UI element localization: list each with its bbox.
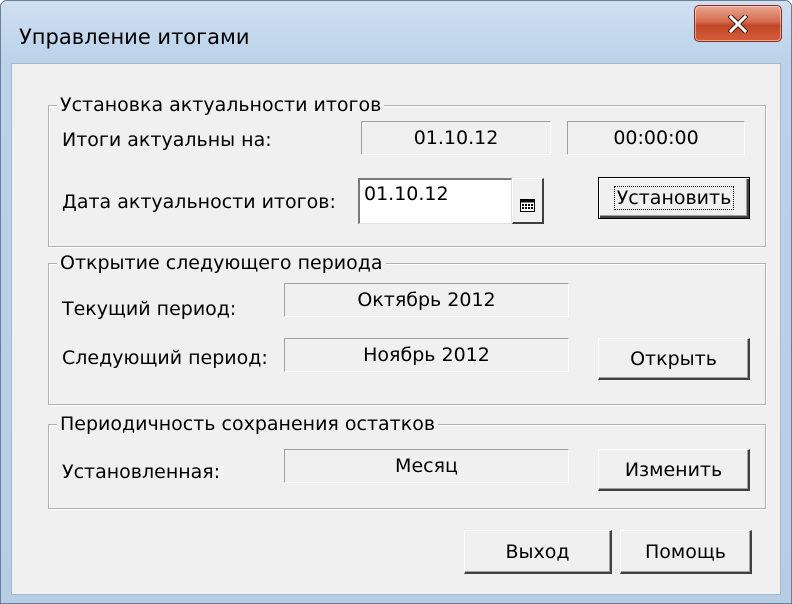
actuality-date-input-value: 01.10.12 xyxy=(364,183,449,205)
exit-button[interactable]: Выход xyxy=(464,530,612,574)
next-period-label: Следующий период: xyxy=(62,347,268,369)
help-button-label: Помощь xyxy=(645,540,726,563)
calendar-icon xyxy=(520,197,535,216)
next-period-field: Ноябрь 2012 xyxy=(284,338,569,372)
current-period-field: Октябрь 2012 xyxy=(284,283,569,317)
title-bar[interactable]: Управление итогами xyxy=(1,1,791,61)
next-period-value: Ноябрь 2012 xyxy=(363,344,490,366)
close-button[interactable] xyxy=(694,5,782,42)
open-button[interactable]: Открыть xyxy=(598,338,750,380)
exit-button-label: Выход xyxy=(505,540,570,563)
calendar-button[interactable] xyxy=(512,178,544,224)
group-next-period-legend: Открытие следующего периода xyxy=(57,251,386,275)
actuality-date-label: Дата актуальности итогов: xyxy=(62,191,336,213)
group-balance-periodicity-legend: Периодичность сохранения остатков xyxy=(57,412,439,436)
totals-actual-date-field: 01.10.12 xyxy=(361,121,551,155)
group-totals-actuality-legend: Установка актуальности итогов xyxy=(57,93,385,117)
open-button-label: Открыть xyxy=(630,347,717,370)
periodicity-value: Месяц xyxy=(395,455,458,477)
set-periodicity-label: Установленная: xyxy=(62,461,221,483)
change-button-label: Изменить xyxy=(624,458,723,481)
totals-actual-label: Итоги актуальны на: xyxy=(62,129,272,151)
window-title: Управление итогами xyxy=(19,25,250,49)
set-button-label: Установить xyxy=(613,186,735,210)
help-button[interactable]: Помощь xyxy=(620,530,752,574)
set-button[interactable]: Установить xyxy=(598,177,750,219)
periodicity-field: Месяц xyxy=(284,449,569,483)
actuality-date-input[interactable]: 01.10.12 xyxy=(358,178,512,224)
totals-actual-time-value: 00:00:00 xyxy=(613,127,699,149)
change-button[interactable]: Изменить xyxy=(598,449,750,491)
dialog-window: Управление итогами Установка актуальност… xyxy=(0,0,792,604)
totals-actual-time-field: 00:00:00 xyxy=(567,121,745,155)
current-period-label: Текущий период: xyxy=(62,298,237,320)
current-period-value: Октябрь 2012 xyxy=(357,289,496,311)
close-x-icon xyxy=(728,14,748,33)
totals-actual-date-value: 01.10.12 xyxy=(413,127,499,149)
dialog-client-area: Установка актуальности итогов Итоги акту… xyxy=(11,63,781,595)
